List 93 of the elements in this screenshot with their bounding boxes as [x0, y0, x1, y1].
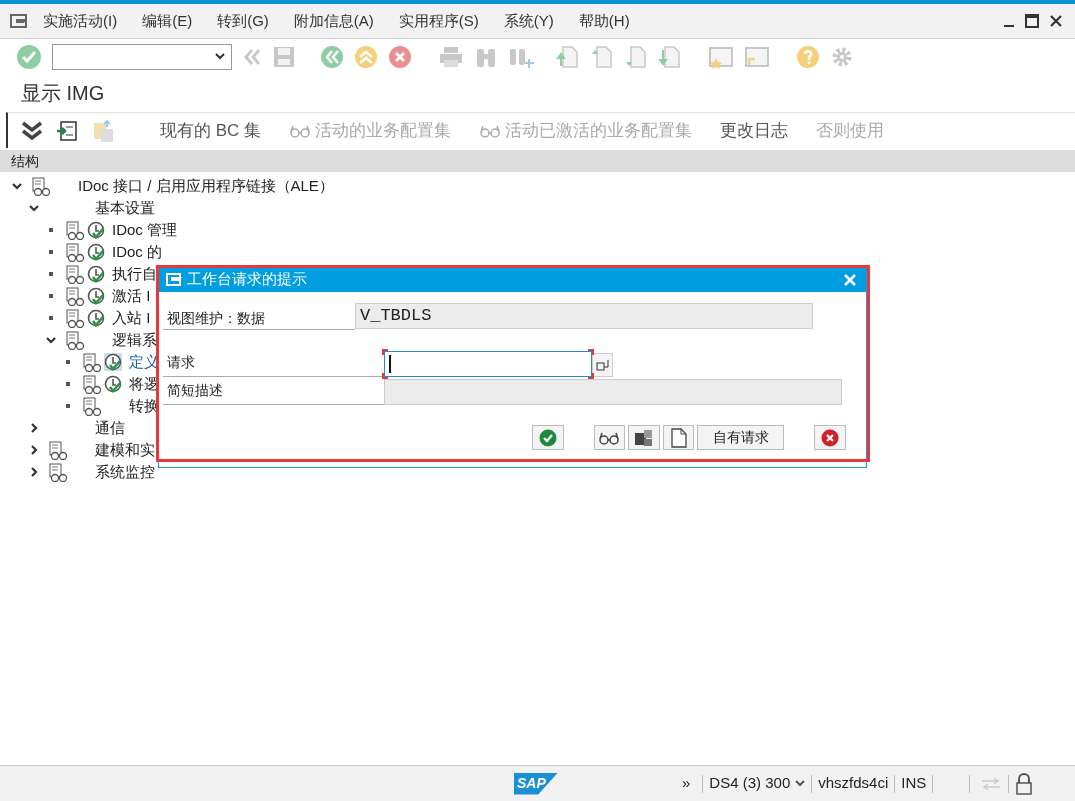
tree-item[interactable]: IDoc 接口 / 启用应用程序链接（ALE）: [78, 174, 334, 198]
own-requests-button[interactable]: 自有请求: [697, 425, 785, 450]
dropdown-icon[interactable]: [795, 779, 806, 788]
chevron-down-icon[interactable]: [11, 181, 22, 191]
request-field[interactable]: [384, 351, 592, 377]
documentation-icon[interactable]: [83, 352, 102, 372]
tree-item[interactable]: 系统监控: [95, 460, 155, 484]
menu-item[interactable]: 帮助(H): [578, 9, 630, 33]
dialog-menu-icon[interactable]: [166, 273, 182, 286]
documentation-icon[interactable]: [83, 374, 102, 394]
screen-title: 显示 IMG: [21, 81, 105, 106]
sap-logo: SAP: [514, 772, 558, 795]
close-icon[interactable]: [1049, 14, 1063, 28]
execute-icon[interactable]: [87, 309, 105, 327]
dialog-title: 工作台请求的提示: [187, 269, 307, 290]
menu-item[interactable]: 实施活动(I): [43, 9, 118, 33]
documentation-icon[interactable]: [83, 396, 102, 416]
menu-item[interactable]: 实用程序(S): [398, 9, 479, 33]
server-name: vhszfds4ci: [818, 773, 889, 794]
bullet-icon: [48, 294, 53, 298]
chevron-right-icon[interactable]: [28, 445, 39, 455]
tree-item[interactable]: 通信: [95, 416, 125, 440]
system-info[interactable]: DS4 (3) 300: [709, 772, 791, 795]
tree-item[interactable]: 执行自: [112, 262, 157, 286]
tree-item[interactable]: 建模和实: [95, 438, 155, 462]
maximize-icon[interactable]: [1025, 14, 1039, 28]
tree-item[interactable]: IDoc 的: [112, 240, 162, 264]
menu-item[interactable]: 转到(G): [217, 9, 269, 33]
page-icon: [670, 427, 687, 448]
tree-item[interactable]: IDoc 管理: [112, 218, 177, 242]
toolbar-button[interactable]: 现有的 BC 集: [160, 117, 262, 144]
import-icon[interactable]: [56, 119, 78, 142]
bullet-icon: [48, 316, 53, 320]
cancel-icon: [821, 428, 840, 447]
execute-icon[interactable]: [104, 375, 122, 393]
confirm-button[interactable]: [532, 425, 564, 450]
execute-icon[interactable]: [104, 353, 122, 371]
documentation-icon[interactable]: [66, 242, 85, 262]
value-help-button[interactable]: [592, 353, 613, 377]
execute-icon[interactable]: [87, 265, 105, 283]
documentation-icon[interactable]: [66, 264, 85, 284]
documentation-icon[interactable]: [66, 330, 85, 350]
documentation-icon[interactable]: [66, 308, 85, 328]
glasses-icon: [598, 430, 621, 445]
bullet-icon: [65, 360, 70, 364]
chevron-right-icon[interactable]: [28, 467, 39, 477]
bullet-icon: [48, 272, 53, 276]
command-field[interactable]: [52, 44, 232, 70]
glasses-icon: [289, 123, 312, 138]
clipboard-icon[interactable]: [92, 118, 116, 143]
field-label: 请求: [167, 353, 195, 372]
documentation-icon[interactable]: [32, 176, 51, 196]
execute-icon[interactable]: [87, 221, 105, 239]
execute-icon[interactable]: [87, 243, 105, 261]
menu-item[interactable]: 系统(Y): [503, 9, 554, 33]
execute-icon[interactable]: [87, 287, 105, 305]
chevron-down-icon[interactable]: [45, 335, 56, 345]
documentation-icon[interactable]: [49, 440, 68, 460]
value-help-icon: [595, 359, 610, 371]
documentation-icon[interactable]: [49, 462, 68, 482]
glasses-icon: [479, 123, 502, 138]
new-request-button[interactable]: [662, 425, 695, 450]
display-button[interactable]: [593, 425, 626, 450]
tree-item[interactable]: 转换: [129, 394, 159, 418]
bullet-icon: [65, 404, 70, 408]
field-label: 视图维护：数据: [166, 309, 265, 328]
bullet-icon: [48, 228, 53, 232]
expand-all-icon[interactable]: [20, 119, 44, 142]
object-button[interactable]: [628, 425, 660, 450]
chevron-right-icon[interactable]: [28, 423, 39, 433]
documentation-icon[interactable]: [66, 286, 85, 306]
documentation-icon[interactable]: [66, 220, 85, 240]
chevron-down-icon[interactable]: [28, 203, 39, 213]
expand-button[interactable]: »: [682, 772, 691, 795]
column-header: 结构: [0, 150, 1075, 172]
toolbar-button[interactable]: 更改日志: [720, 117, 789, 144]
view-field: V_TBDLS: [355, 303, 813, 329]
dropdown-icon: [215, 53, 225, 61]
check-icon: [538, 428, 557, 447]
bullet-icon: [65, 382, 70, 386]
transfer-icon: [980, 775, 1003, 792]
menu-item[interactable]: 编辑(E): [142, 9, 193, 33]
cancel-button[interactable]: [814, 425, 847, 450]
tree-item[interactable]: 激活 I: [112, 284, 151, 308]
menu-icon[interactable]: [10, 14, 28, 28]
lock-icon: [1015, 772, 1034, 795]
menu-item[interactable]: 附加信息(A): [293, 9, 374, 33]
field-label: 简短描述: [167, 381, 223, 400]
bullet-icon: [48, 250, 53, 254]
tree-item[interactable]: 入站 I: [112, 306, 151, 330]
insert-mode: INS: [901, 773, 927, 794]
tree-item[interactable]: 基本设置: [95, 196, 155, 220]
tree-item[interactable]: 逻辑系: [112, 328, 157, 352]
